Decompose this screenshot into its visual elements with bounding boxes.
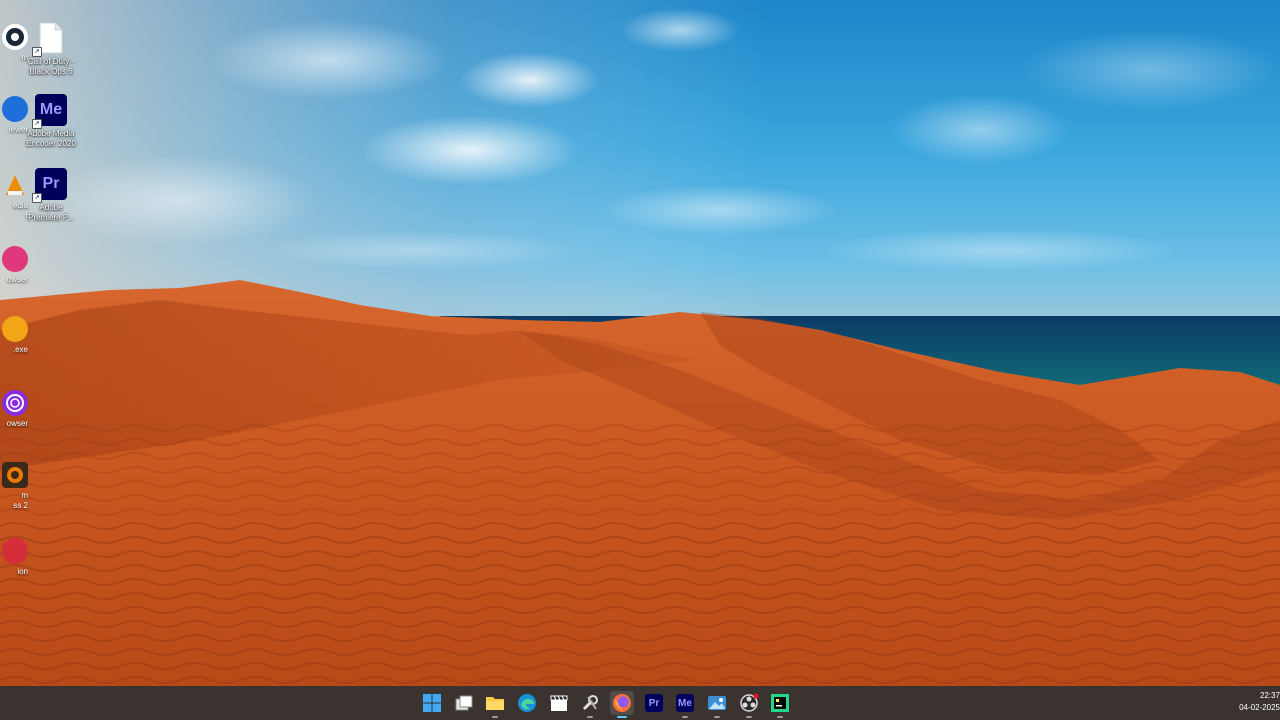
photos-icon bbox=[708, 696, 726, 710]
taskbar-clock[interactable]: 22:37 04-02-2025 bbox=[1232, 690, 1280, 714]
desktop-icon-partial-5[interactable]: .exe bbox=[0, 316, 28, 355]
photos-button[interactable] bbox=[705, 691, 729, 718]
obs-icon bbox=[740, 693, 759, 712]
edge-icon bbox=[518, 694, 536, 712]
running-indicator bbox=[777, 716, 783, 718]
adobe-media-encoder-icon: Me ↗ bbox=[32, 94, 67, 129]
app-icon bbox=[2, 538, 28, 564]
clock-time: 22:37 bbox=[1259, 691, 1280, 700]
file-explorer-button[interactable] bbox=[483, 691, 507, 718]
running-indicator bbox=[746, 716, 752, 718]
desktop-icon-adobe-media-encoder[interactable]: Me ↗ Adobe Media Encoder 2020 bbox=[18, 94, 84, 149]
edge-button[interactable] bbox=[515, 691, 539, 715]
premiere-pro-button[interactable]: Pr bbox=[642, 691, 666, 715]
desktop-icon-label: Call of Duty - Black Ops 6 bbox=[27, 57, 75, 76]
start-button[interactable] bbox=[420, 691, 444, 715]
clapperboard-icon bbox=[550, 695, 568, 711]
shortcut-arrow-icon: ↗ bbox=[32, 193, 42, 203]
desktop-wallpaper bbox=[0, 0, 1280, 686]
desktop-icon-area: m iewer edia r owser .exe owser m ss 2 i… bbox=[0, 0, 90, 686]
taskbar: Pr Me 22:37 04-02-2025 bbox=[0, 686, 1280, 720]
shortcut-arrow-icon: ↗ bbox=[32, 47, 42, 57]
desert-landscape-image bbox=[0, 0, 1280, 686]
tor-browser-icon bbox=[2, 390, 28, 416]
game-icon bbox=[2, 462, 28, 488]
folder-icon bbox=[486, 697, 504, 710]
desktop-icon-label: .exe bbox=[12, 345, 28, 354]
running-indicator bbox=[617, 716, 627, 718]
media-encoder-icon: Me bbox=[676, 694, 694, 712]
task-view-button[interactable] bbox=[452, 691, 476, 715]
app-glyph-text: Pr bbox=[42, 175, 60, 192]
premiere-pro-icon: Pr bbox=[645, 694, 663, 712]
running-indicator bbox=[714, 716, 720, 718]
desktop-icon-label: ion bbox=[17, 567, 28, 576]
clapperboard-app-button[interactable] bbox=[547, 691, 571, 715]
desktop-icon-call-of-duty[interactable]: ↗ Call of Duty - Black Ops 6 bbox=[18, 22, 84, 77]
task-view-icon bbox=[455, 695, 473, 711]
shortcut-arrow-icon: ↗ bbox=[32, 119, 42, 129]
desktop-icon-partial-6[interactable]: owser bbox=[0, 390, 28, 429]
desktop-icon-partial-7[interactable]: m ss 2 bbox=[0, 462, 28, 511]
clock-date: 04-02-2025 bbox=[1239, 703, 1280, 712]
desktop-icon-label: owser bbox=[6, 275, 28, 284]
tools-app-button[interactable] bbox=[578, 691, 602, 718]
desktop-icon-label: Adobe Premiere P... bbox=[28, 203, 74, 222]
file-icon: ↗ bbox=[32, 22, 67, 57]
app-glyph-text: Me bbox=[39, 101, 63, 118]
desktop-icon-label: Adobe Media Encoder 2020 bbox=[26, 129, 76, 148]
running-indicator bbox=[587, 716, 593, 718]
media-encoder-button[interactable]: Me bbox=[673, 691, 697, 718]
windows-logo-icon bbox=[423, 694, 441, 712]
desktop-icon-adobe-premiere[interactable]: Pr ↗ Adobe Premiere P... bbox=[18, 168, 84, 223]
pycharm-icon bbox=[771, 694, 789, 712]
adobe-premiere-icon: Pr ↗ bbox=[32, 168, 67, 203]
firefox-button[interactable] bbox=[610, 691, 634, 718]
desktop-icon-partial-8[interactable]: ion bbox=[0, 538, 28, 577]
tools-icon bbox=[582, 695, 598, 711]
firefox-icon bbox=[613, 694, 631, 712]
exe-app-icon bbox=[2, 316, 28, 342]
running-indicator bbox=[492, 716, 498, 718]
desktop-icon-label: owser bbox=[6, 419, 28, 428]
desktop-icon-label: m ss 2 bbox=[13, 491, 28, 510]
running-indicator bbox=[682, 716, 688, 718]
pycharm-button[interactable] bbox=[768, 691, 792, 718]
browser-icon bbox=[2, 246, 28, 272]
desktop-icon-partial-4[interactable]: owser bbox=[0, 246, 28, 285]
obs-button[interactable] bbox=[737, 691, 761, 718]
